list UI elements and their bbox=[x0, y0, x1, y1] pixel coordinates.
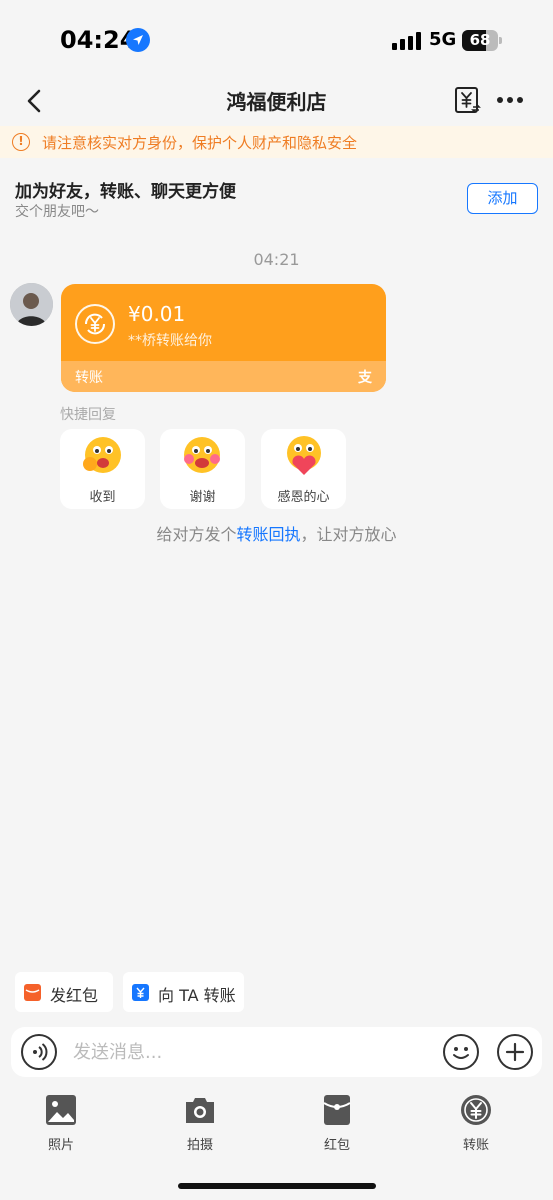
status-bar: 04:24 5G 68 bbox=[0, 0, 553, 80]
transfer-icon bbox=[461, 1095, 491, 1125]
transfer-footer: 转账 支 bbox=[61, 361, 386, 392]
message-input[interactable] bbox=[73, 1038, 433, 1066]
plus-icon bbox=[505, 1042, 525, 1062]
toolbar-camera[interactable]: 拍摄 bbox=[160, 1090, 240, 1156]
back-button[interactable] bbox=[18, 84, 52, 118]
emoji-button[interactable] bbox=[443, 1034, 479, 1070]
toolbar-red-packet-label: 红包 bbox=[323, 1138, 350, 1153]
bill-button[interactable] bbox=[452, 85, 482, 115]
quick-reply-grateful-heart[interactable]: 感恩的心 bbox=[261, 429, 346, 509]
toolbar-transfer-label: 转账 bbox=[462, 1138, 489, 1153]
receipt-tip-suffix: ，让对方放心 bbox=[300, 525, 397, 544]
add-friend-subtitle: 交个朋友吧～ bbox=[15, 204, 99, 220]
quick-reply-label: 快捷回复 bbox=[60, 407, 116, 423]
thanks-emoji-icon bbox=[184, 437, 220, 473]
receipt-tip-text: 给对方发个 bbox=[156, 525, 237, 544]
transfer-footer-label: 转账 bbox=[75, 370, 103, 386]
red-packet-icon bbox=[24, 984, 41, 1001]
message-input-bar bbox=[11, 1027, 542, 1077]
receipt-link[interactable]: 转账回执 bbox=[236, 525, 300, 544]
transfer-description: **桥转账给你 bbox=[128, 333, 212, 349]
alipay-icon: 支 bbox=[358, 370, 372, 386]
voice-input-button[interactable] bbox=[21, 1034, 57, 1070]
chevron-left-icon bbox=[27, 89, 41, 113]
add-friend-button[interactable]: 添加 bbox=[467, 183, 538, 214]
quick-reply-label-thanks: 谢谢 bbox=[189, 490, 216, 505]
more-actions-button[interactable] bbox=[497, 1034, 533, 1070]
add-friend-prompt: 加为好友，转账、聊天更方便 交个朋友吧～ 添加 bbox=[0, 160, 553, 230]
transfer-yuan-icon bbox=[75, 304, 115, 344]
toolbar-photo[interactable]: 照片 bbox=[21, 1090, 101, 1156]
shortcut-chips: 发红包 向 TA 转账 bbox=[0, 972, 553, 1014]
avatar[interactable] bbox=[10, 283, 53, 326]
warning-text: 请注意核实对方身份，保护个人财产和隐私安全 bbox=[42, 134, 358, 152]
toolbar-camera-label: 拍摄 bbox=[186, 1138, 213, 1153]
heart-emoji-icon bbox=[287, 436, 321, 475]
yuan-bill-icon bbox=[455, 87, 481, 113]
network-label: 5G bbox=[429, 29, 457, 50]
info-icon: ! bbox=[12, 133, 30, 151]
more-button[interactable] bbox=[494, 85, 526, 115]
nav-bar: 鸿福便利店 bbox=[0, 78, 553, 124]
more-dots-icon bbox=[497, 97, 523, 103]
home-indicator bbox=[178, 1183, 376, 1189]
send-red-packet-chip[interactable]: 发红包 bbox=[15, 972, 113, 1012]
smiley-icon bbox=[453, 1047, 469, 1059]
ok-emoji-icon bbox=[83, 437, 121, 473]
location-arrow-icon bbox=[126, 28, 150, 52]
quick-reply-thanks[interactable]: 谢谢 bbox=[160, 429, 245, 509]
toolbar-photo-label: 照片 bbox=[47, 1138, 74, 1153]
voice-icon bbox=[33, 1043, 48, 1061]
signal-icon bbox=[392, 32, 422, 50]
receipt-tip: 给对方发个转账回执，让对方放心 bbox=[0, 521, 553, 545]
quick-reply-label-grateful: 感恩的心 bbox=[277, 490, 330, 505]
quick-reply-label-received: 收到 bbox=[89, 490, 116, 505]
safety-warning-banner: ! 请注意核实对方身份，保护个人财产和隐私安全 bbox=[0, 126, 553, 158]
bottom-toolbar: 照片 拍摄 红包 转账 bbox=[0, 1090, 553, 1160]
battery-level: 68 bbox=[469, 31, 491, 49]
quick-reply-received[interactable]: 收到 bbox=[60, 429, 145, 509]
send-red-packet-label: 发红包 bbox=[50, 986, 99, 1005]
yuan-transfer-icon bbox=[132, 984, 149, 1001]
message-timestamp: 04:21 bbox=[253, 250, 300, 269]
photo-icon bbox=[46, 1095, 76, 1125]
transfer-message-card[interactable]: ¥0.01 **桥转账给你 转账 支 bbox=[61, 284, 386, 392]
status-time: 04:24 bbox=[60, 26, 137, 54]
transfer-to-ta-label: 向 TA 转账 bbox=[158, 986, 236, 1005]
toolbar-red-packet[interactable]: 红包 bbox=[297, 1090, 377, 1156]
camera-icon bbox=[186, 1098, 214, 1123]
transfer-amount: ¥0.01 bbox=[128, 302, 186, 326]
transfer-to-ta-chip[interactable]: 向 TA 转账 bbox=[123, 972, 244, 1012]
red-packet-icon bbox=[323, 1095, 351, 1125]
add-friend-title: 加为好友，转账、聊天更方便 bbox=[15, 182, 236, 202]
battery-icon: 68 bbox=[462, 30, 498, 51]
toolbar-transfer[interactable]: 转账 bbox=[436, 1090, 516, 1156]
